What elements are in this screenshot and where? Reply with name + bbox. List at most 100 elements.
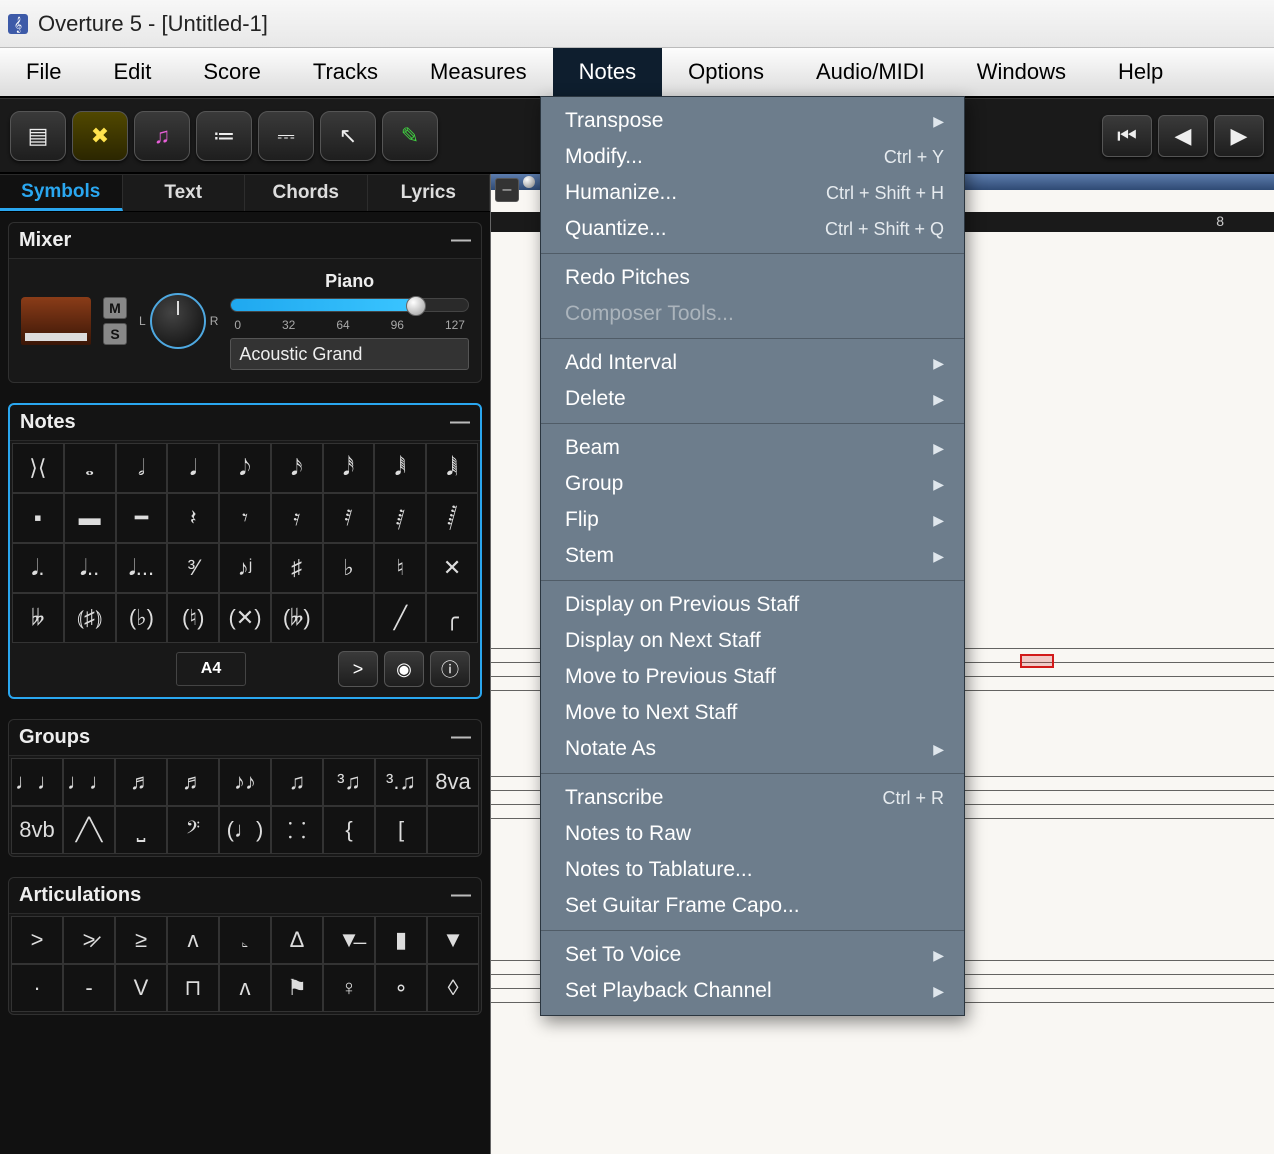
group-cell[interactable]: ♪♪ — [219, 758, 271, 806]
note-cell[interactable]: 𝅗𝅥 — [116, 443, 168, 493]
note-cell[interactable]: 𝅝 — [64, 443, 116, 493]
group-cell[interactable]: ♩♩ — [63, 758, 115, 806]
articulation-cell[interactable]: V — [115, 964, 167, 1012]
note-cell[interactable]: 𝅂 — [426, 493, 478, 543]
menu-item-windows[interactable]: Windows — [951, 48, 1092, 96]
menu-item-score[interactable]: Score — [177, 48, 286, 96]
note-cell[interactable]: 𝅘𝅥. — [12, 543, 64, 593]
menu-item-humanize[interactable]: Humanize...Ctrl + Shift + H — [541, 175, 964, 211]
note-cell[interactable]: ━ — [116, 493, 168, 543]
note-cell[interactable]: 𝅘𝅥𝅰 — [323, 443, 375, 493]
group-cell[interactable]: 8vb — [11, 806, 63, 854]
accent-button[interactable]: > — [338, 651, 378, 687]
notes-collapse-button[interactable]: — — [450, 411, 470, 434]
menu-item-notes-to-raw[interactable]: Notes to Raw — [541, 816, 964, 852]
menu-item-options[interactable]: Options — [662, 48, 790, 96]
note-cell[interactable]: ♪ʲ — [219, 543, 271, 593]
note-cell[interactable]: ♮ — [374, 543, 426, 593]
articulation-cell[interactable]: · — [11, 964, 63, 1012]
note-cell[interactable]: ♯ — [271, 543, 323, 593]
group-cell[interactable]: ⎵ — [115, 806, 167, 854]
notes-menu-dropdown[interactable]: Transpose▶Modify...Ctrl + YHumanize...Ct… — [540, 96, 965, 1016]
note-cell[interactable]: (✕) — [219, 593, 271, 643]
pitch-display[interactable]: A4 — [176, 652, 246, 686]
step-back[interactable]: ◀ — [1158, 115, 1208, 157]
articulation-cell[interactable]: ♀ — [323, 964, 375, 1012]
menu-item-transcribe[interactable]: TranscribeCtrl + R — [541, 780, 964, 816]
menu-item-notate-as[interactable]: Notate As▶ — [541, 731, 964, 767]
group-cell[interactable]: [ — [375, 806, 427, 854]
list-button[interactable]: ≔ — [196, 111, 252, 161]
menu-item-set-playback-channel[interactable]: Set Playback Channel▶ — [541, 973, 964, 1009]
note-cell[interactable]: ³⁄ — [167, 543, 219, 593]
articulation-cell[interactable]: Δ — [271, 916, 323, 964]
articulation-cell[interactable]: - — [63, 964, 115, 1012]
menu-item-notes[interactable]: Notes — [553, 48, 662, 96]
menu-item-flip[interactable]: Flip▶ — [541, 502, 964, 538]
articulation-cell[interactable]: ⊓ — [167, 964, 219, 1012]
menu-item-file[interactable]: File — [0, 48, 87, 96]
groups-collapse-button[interactable]: — — [451, 726, 471, 749]
menu-item-modify[interactable]: Modify...Ctrl + Y — [541, 139, 964, 175]
articulations-collapse-button[interactable]: — — [451, 884, 471, 907]
pencil-tool[interactable]: ✎ — [382, 111, 438, 161]
tab-text[interactable]: Text — [123, 175, 246, 211]
note-cell[interactable]: 𝅘𝅥𝅲 — [426, 443, 478, 493]
menu-item-group[interactable]: Group▶ — [541, 466, 964, 502]
note-cell[interactable]: 𝅘𝅥.. — [64, 543, 116, 593]
menu-item-notes-to-tablature[interactable]: Notes to Tablature... — [541, 852, 964, 888]
group-cell[interactable] — [427, 806, 479, 854]
note-cell[interactable]: ▪ — [12, 493, 64, 543]
note-cell[interactable]: ✕ — [426, 543, 478, 593]
menu-item-tracks[interactable]: Tracks — [287, 48, 404, 96]
menu-item-set-guitar-frame-capo[interactable]: Set Guitar Frame Capo... — [541, 888, 964, 924]
group-cell[interactable]: ♬ — [167, 758, 219, 806]
articulation-cell[interactable]: ʌ — [167, 916, 219, 964]
midi-button[interactable]: ◉ — [384, 651, 424, 687]
menu-item-transpose[interactable]: Transpose▶ — [541, 103, 964, 139]
pointer-tool[interactable]: ↖ — [320, 111, 376, 161]
articulation-cell[interactable]: ≥ — [115, 916, 167, 964]
note-cell[interactable]: 𝄫 — [12, 593, 64, 643]
note-cell[interactable]: 𝅁 — [374, 493, 426, 543]
menu-item-help[interactable]: Help — [1092, 48, 1189, 96]
note-entry-button[interactable]: ♫ — [134, 111, 190, 161]
note-cell[interactable]: 𝄿 — [271, 493, 323, 543]
mixer-collapse-button[interactable]: — — [451, 229, 471, 252]
group-cell[interactable]: ♩♩ — [11, 758, 63, 806]
note-cell[interactable]: ⟩⟨ — [12, 443, 64, 493]
articulation-cell[interactable]: ▼̶ — [323, 916, 375, 964]
note-cell[interactable]: 𝄾 — [219, 493, 271, 543]
tab-lyrics[interactable]: Lyrics — [368, 175, 491, 211]
articulation-cell[interactable]: > — [11, 916, 63, 964]
note-cell[interactable]: 𝅘𝅥... — [116, 543, 168, 593]
group-cell[interactable]: ♬ — [115, 758, 167, 806]
note-cell[interactable]: 𝅘𝅥𝅮 — [219, 443, 271, 493]
articulation-cell[interactable]: ⚑ — [271, 964, 323, 1012]
group-cell[interactable]: ³.♫ — [375, 758, 427, 806]
menu-item-beam[interactable]: Beam▶ — [541, 430, 964, 466]
articulation-cell[interactable]: ◊ — [427, 964, 479, 1012]
articulation-cell[interactable]: ▼ — [427, 916, 479, 964]
note-cell[interactable]: 𝅀 — [323, 493, 375, 543]
ruler-collapse[interactable]: – — [495, 178, 519, 202]
note-cell[interactable]: ♭ — [323, 543, 375, 593]
menu-item-quantize[interactable]: Quantize...Ctrl + Shift + Q — [541, 211, 964, 247]
menu-item-add-interval[interactable]: Add Interval▶ — [541, 345, 964, 381]
note-cell[interactable]: ⦅♯⦆ — [64, 593, 116, 643]
zoom-thumb[interactable] — [523, 176, 535, 188]
tab-chords[interactable]: Chords — [245, 175, 368, 211]
group-cell[interactable]: ╱╲ — [63, 806, 115, 854]
note-cell[interactable]: ╱ — [374, 593, 426, 643]
tab-symbols[interactable]: Symbols — [0, 175, 123, 211]
menu-item-audiomidi[interactable]: Audio/MIDI — [790, 48, 951, 96]
skip-back[interactable]: ⏮ — [1102, 115, 1152, 157]
articulation-cell[interactable]: ʌ — [219, 964, 271, 1012]
play[interactable]: ▶ — [1214, 115, 1264, 157]
menu-item-delete[interactable]: Delete▶ — [541, 381, 964, 417]
group-cell[interactable]: ⸬ — [271, 806, 323, 854]
group-cell[interactable]: ♫ — [271, 758, 323, 806]
mute-button[interactable]: M — [103, 297, 127, 319]
menu-item-stem[interactable]: Stem▶ — [541, 538, 964, 574]
articulation-cell[interactable]: 𝅊 — [219, 916, 271, 964]
